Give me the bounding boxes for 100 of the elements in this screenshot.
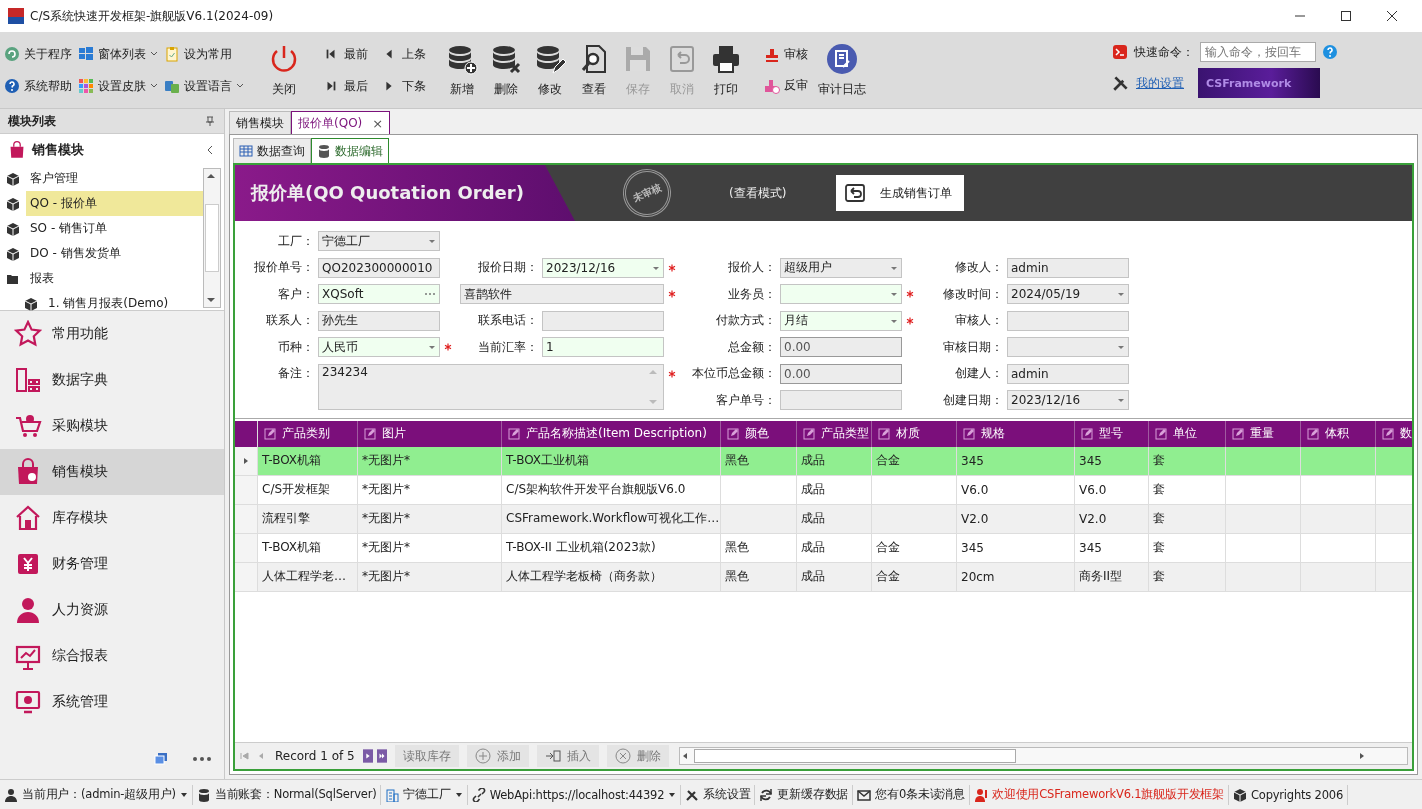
column-header[interactable]: 图片 xyxy=(382,425,406,442)
status-item[interactable]: 您有0条未读消息 xyxy=(853,784,970,805)
status-item[interactable]: 当前用户：(admin-超级用户) xyxy=(0,784,193,805)
input-field[interactable]: 人民币 xyxy=(318,337,440,358)
module-item[interactable]: 采购模块 xyxy=(0,403,224,449)
toolbar-button[interactable]: 修改 xyxy=(528,42,572,98)
toolbar-button[interactable]: 删除 xyxy=(484,42,528,98)
input-field[interactable]: 月结 xyxy=(780,310,902,331)
input-field[interactable] xyxy=(780,284,902,305)
column-header[interactable]: 颜色 xyxy=(745,425,769,442)
column-header[interactable]: 重量 xyxy=(1250,425,1274,442)
toolbar-button[interactable]: 设置语言 xyxy=(164,70,244,102)
dropdown-icon[interactable] xyxy=(428,343,436,352)
grid-button[interactable]: 插入 xyxy=(536,745,599,767)
input-field[interactable]: 2023/12/16 xyxy=(1007,390,1129,411)
input-field[interactable]: 0.00 xyxy=(780,363,902,384)
audit-log-button[interactable]: 审计日志 xyxy=(812,42,872,98)
column-header[interactable]: 型号 xyxy=(1099,425,1123,442)
toolbar-button[interactable]: 查看 xyxy=(572,42,616,98)
input-field[interactable]: QO202300000010 xyxy=(318,257,440,278)
toolbar-button[interactable]: 反审 xyxy=(764,77,808,94)
input-field[interactable]: 2023/12/16 xyxy=(542,257,664,278)
tree-item[interactable]: 客户管理 xyxy=(0,166,203,191)
more-icon[interactable] xyxy=(424,292,436,297)
tab[interactable]: 销售模块 xyxy=(229,111,291,134)
dropdown-icon[interactable] xyxy=(428,237,436,246)
close-icon[interactable] xyxy=(1386,10,1398,22)
memo-field[interactable]: 234234 xyxy=(318,363,664,410)
module-item[interactable]: 人力资源 xyxy=(0,587,224,633)
status-item[interactable]: 宁德工厂 xyxy=(381,784,468,805)
grid-button[interactable]: 添加 xyxy=(466,745,529,767)
input-field[interactable]: 0.00 xyxy=(780,337,902,358)
navigation-button[interactable]: 最后 xyxy=(324,70,368,102)
input-field[interactable] xyxy=(1007,310,1129,331)
close-button[interactable]: 关闭 xyxy=(262,42,306,98)
column-header[interactable]: 产品类别 xyxy=(282,425,330,442)
first-icon[interactable] xyxy=(239,750,251,762)
status-item[interactable]: 当前账套：Normal(SqlServer) xyxy=(192,784,382,805)
input-field[interactable]: 1 xyxy=(542,337,664,358)
module-item[interactable]: 系统管理 xyxy=(0,679,224,725)
column-header[interactable]: 产品名称描述(Item Description) xyxy=(526,425,707,442)
module-item[interactable]: 财务管理 xyxy=(0,541,224,587)
dropdown-icon[interactable] xyxy=(1117,343,1125,352)
column-header[interactable]: 材质 xyxy=(896,425,920,442)
table-row[interactable]: T-BOX机箱 *无图片* T-BOX工业机箱 黑色 成品 合金 345 345 套 xyxy=(235,446,1412,476)
toolbar-button[interactable]: 打印 xyxy=(704,42,748,98)
maximize-icon[interactable] xyxy=(1340,10,1352,22)
dropdown-icon[interactable] xyxy=(1117,396,1125,405)
input-field[interactable]: 孙先生 xyxy=(318,310,440,331)
status-item[interactable]: 欢迎使用CSFrameworkV6.1旗舰版开发框架 xyxy=(970,784,1229,805)
status-item[interactable]: 更新缓存数据 xyxy=(755,784,854,805)
toolbar-button[interactable]: 设置皮肤 xyxy=(78,70,158,102)
input-field[interactable]: 2024/05/19 xyxy=(1007,284,1129,305)
table-row[interactable]: T-BOX机箱 *无图片* T-BOX-II 工业机箱(2023款) 黑色 成品 合金 345 345 套 xyxy=(235,533,1412,563)
module-item[interactable]: 销售模块 xyxy=(0,449,224,495)
tab[interactable]: 数据查询 xyxy=(233,138,311,163)
tree-item[interactable]: 报表 xyxy=(0,266,203,291)
input-field[interactable]: XQSoft xyxy=(318,284,440,305)
module-item[interactable]: 数据字典 xyxy=(0,357,224,403)
column-header[interactable]: 产品类型 xyxy=(821,425,869,442)
toolbar-button[interactable]: 系统帮助 xyxy=(4,70,72,102)
toolbar-button[interactable]: 窗体列表 xyxy=(78,38,158,70)
input-field[interactable] xyxy=(1007,337,1129,358)
next-icon[interactable] xyxy=(362,748,373,764)
command-field[interactable]: 输入命令，按回车 xyxy=(1200,42,1316,62)
toolbar-button[interactable]: 审核 xyxy=(764,46,808,63)
table-row[interactable]: 流程引擎 *无图片* CSFramework.Workflow可视化工作… 成品 V2.0 V2.0 套 xyxy=(235,504,1412,534)
column-header[interactable]: 单位 xyxy=(1173,425,1197,442)
toolbar-button[interactable]: 新增 xyxy=(440,42,484,98)
tab[interactable]: 数据编辑 xyxy=(311,138,389,163)
dropdown-icon[interactable] xyxy=(890,290,898,299)
input-field[interactable]: 超级用户 xyxy=(780,257,902,278)
tree-item[interactable]: DO - 销售发货单 xyxy=(0,241,203,266)
close-tab-button[interactable]: × xyxy=(372,115,384,131)
generate-order-button[interactable]: 生成销售订单 xyxy=(836,175,965,211)
help-icon[interactable] xyxy=(1322,44,1338,60)
windows-stack-icon[interactable] xyxy=(154,752,168,766)
grid-button[interactable]: 删除 xyxy=(606,745,669,767)
input-field[interactable]: admin xyxy=(1007,363,1129,384)
input-field[interactable]: admin xyxy=(1007,257,1129,278)
last-icon[interactable] xyxy=(376,748,387,764)
column-header[interactable]: 规格 xyxy=(981,425,1005,442)
input-field[interactable] xyxy=(780,390,902,411)
table-row[interactable]: C/S开发框架 *无图片* C/S架构软件开发平台旗舰版V6.0 成品 V6.0 V6.0 套 xyxy=(235,475,1412,505)
pin-icon[interactable] xyxy=(204,115,216,127)
scrollbar[interactable] xyxy=(678,747,1408,765)
navigation-button[interactable]: 最前 xyxy=(324,38,368,70)
table-row[interactable]: 人体工程学老… *无图片* 人体工程学老板椅（商务款） 黑色 成品 合金 20cm 商务II型 套 xyxy=(235,562,1412,592)
toolbar-button[interactable]: 关于程序 xyxy=(4,38,72,70)
toolbar-button[interactable]: 设为常用 xyxy=(164,38,244,70)
status-item[interactable]: Copyrights 2006 xyxy=(1228,784,1349,805)
navigation-button[interactable]: 下条 xyxy=(382,70,426,102)
module-item[interactable]: 综合报表 xyxy=(0,633,224,679)
navigation-button[interactable]: 上条 xyxy=(382,38,426,70)
column-header[interactable]: 体积 xyxy=(1325,425,1349,442)
tab[interactable]: 报价单(QO) × xyxy=(291,111,391,134)
input-field[interactable] xyxy=(542,310,664,331)
dropdown-icon[interactable] xyxy=(1117,290,1125,299)
input-field[interactable]: 喜鹊软件 xyxy=(460,284,664,305)
tree-item[interactable]: SO - 销售订单 xyxy=(0,216,203,241)
